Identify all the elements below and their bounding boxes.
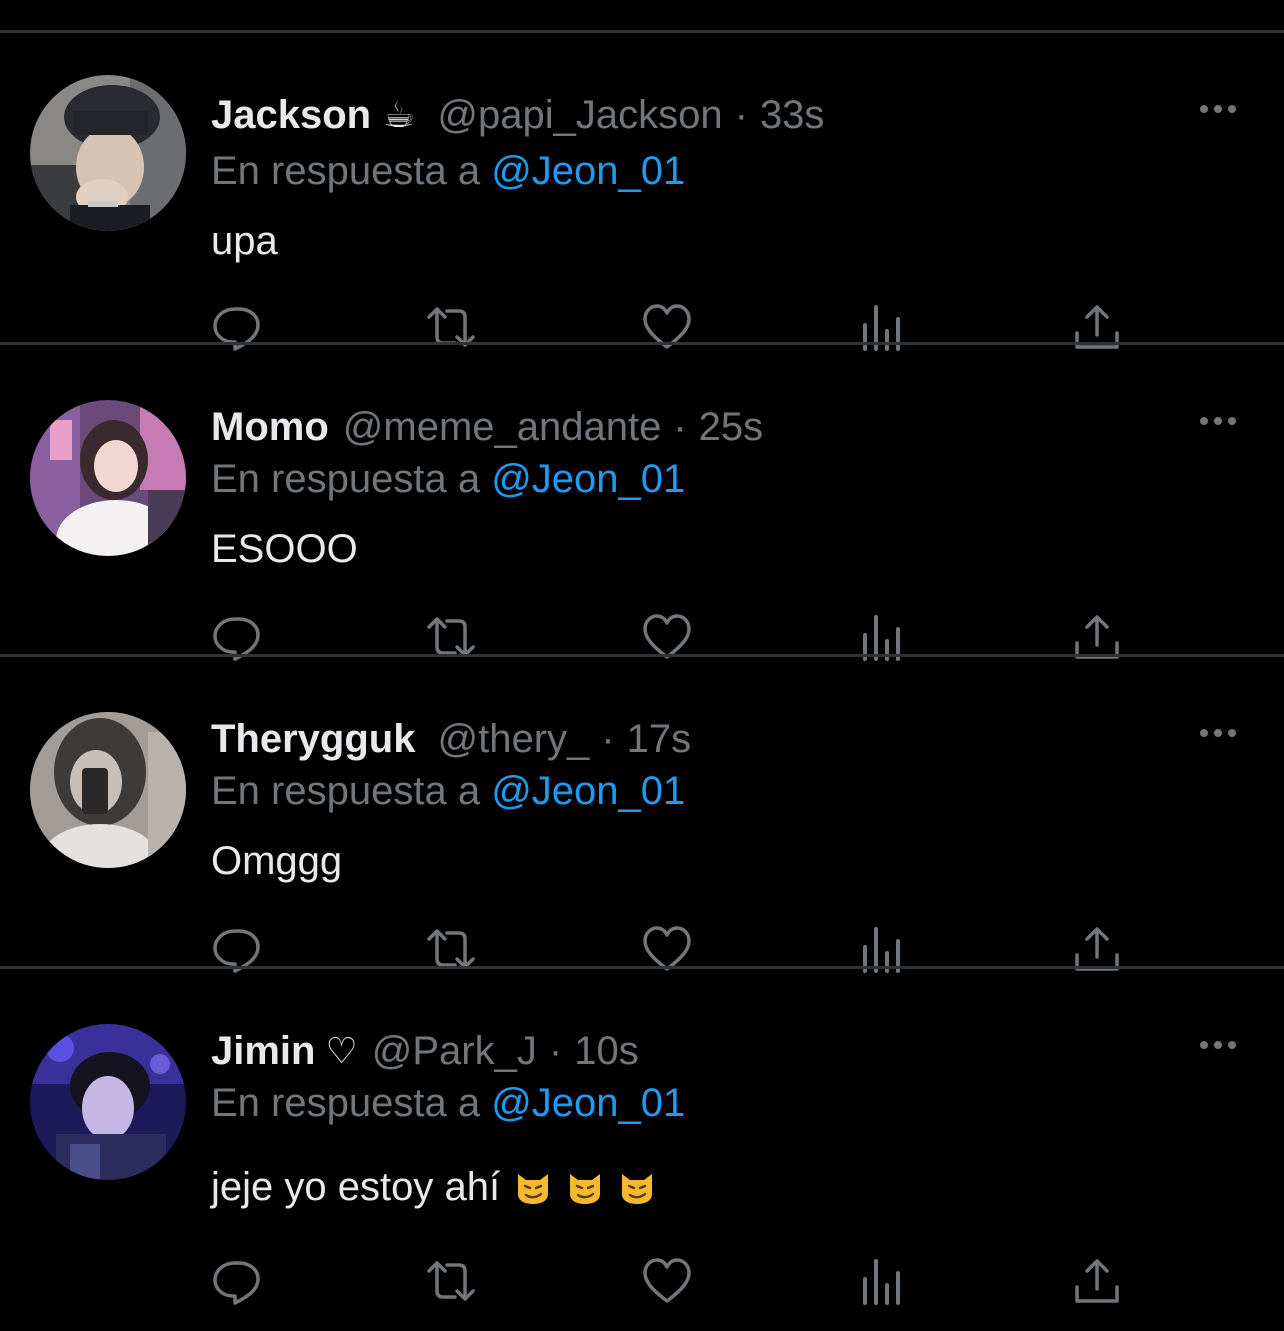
- tweet-3[interactable]: Therygguk @thery_ · 17s En respuesta a @…: [0, 657, 1284, 973]
- separator: ·: [734, 93, 748, 137]
- reply-context: En respuesta a @Jeon_01: [211, 453, 685, 505]
- display-name[interactable]: Jackson: [211, 89, 371, 141]
- more-horizontal-icon[interactable]: [1198, 411, 1238, 431]
- tweet-text-container: jeje yo estoy ahí: [211, 1161, 656, 1213]
- share-icon[interactable]: [1071, 1255, 1123, 1307]
- tweet-text: ESOOO: [211, 527, 358, 571]
- username-handle[interactable]: @meme_andante: [343, 401, 662, 453]
- tweet-header: Momo @meme_andante · 25s: [211, 401, 763, 453]
- smirking-cat-emoji: [566, 1167, 604, 1205]
- avatar-jackson[interactable]: [30, 75, 186, 231]
- avatar-jimin[interactable]: [30, 1024, 186, 1180]
- tweet-header: Therygguk @thery_ · 17s: [211, 713, 691, 765]
- reply-mention[interactable]: @Jeon_01: [491, 457, 685, 501]
- username-handle[interactable]: @Park_J: [372, 1025, 537, 1077]
- display-name[interactable]: Jimin: [211, 1025, 315, 1077]
- reply-mention[interactable]: @Jeon_01: [491, 149, 685, 193]
- reply-thread: Jackson ☕ @papi_Jackson · 33s En respues…: [0, 0, 1284, 1331]
- username-handle[interactable]: @papi_Jackson: [437, 89, 722, 141]
- reply-context: En respuesta a @Jeon_01: [211, 1077, 685, 1129]
- display-name[interactable]: Momo: [211, 401, 329, 453]
- more-horizontal-icon[interactable]: [1198, 1035, 1238, 1055]
- reply-prefix: En respuesta a: [211, 149, 481, 193]
- username-handle[interactable]: @thery_: [437, 713, 589, 765]
- views-icon[interactable]: [859, 1255, 911, 1307]
- more-horizontal-icon[interactable]: [1198, 723, 1238, 743]
- reply-context: En respuesta a @Jeon_01: [211, 765, 685, 817]
- tweet-text: upa: [211, 219, 278, 263]
- tweet-4[interactable]: Jimin ♡ @Park_J · 10s En respuesta a @Je…: [0, 969, 1284, 1331]
- tweet-2[interactable]: Momo @meme_andante · 25s En respuesta a …: [0, 345, 1284, 661]
- separator: ·: [601, 717, 615, 761]
- tweet-1[interactable]: Jackson ☕ @papi_Jackson · 33s En respues…: [0, 33, 1284, 351]
- smirking-cat-emoji: [514, 1167, 552, 1205]
- reply-prefix: En respuesta a: [211, 1081, 481, 1125]
- reply-prefix: En respuesta a: [211, 457, 481, 501]
- reply-prefix: En respuesta a: [211, 769, 481, 813]
- heart-badge-icon: ♡: [325, 1030, 358, 1071]
- display-name[interactable]: Therygguk: [211, 713, 415, 765]
- timestamp[interactable]: 25s: [699, 401, 764, 453]
- tweet-header: Jimin ♡ @Park_J · 10s: [211, 1025, 639, 1077]
- coffee-emoji: ☕: [383, 94, 416, 135]
- separator: ·: [673, 405, 687, 449]
- reply-context: En respuesta a @Jeon_01: [211, 145, 685, 197]
- tweet-text: Omggg: [211, 839, 343, 883]
- avatar-momo[interactable]: [30, 400, 186, 556]
- tweet-text: jeje yo estoy ahí: [211, 1165, 501, 1209]
- reply-mention[interactable]: @Jeon_01: [491, 1081, 685, 1125]
- heart-icon[interactable]: [641, 1255, 693, 1307]
- timestamp[interactable]: 10s: [574, 1025, 639, 1077]
- tweet-actions: [211, 1255, 1131, 1305]
- timestamp[interactable]: 33s: [760, 89, 825, 141]
- retweet-icon[interactable]: [423, 1255, 475, 1307]
- reply-icon[interactable]: [211, 1255, 263, 1307]
- separator: ·: [548, 1029, 563, 1073]
- tweet-header: Jackson ☕ @papi_Jackson · 33s: [211, 89, 824, 141]
- smirking-cat-emoji: [618, 1167, 656, 1205]
- avatar-therygguk[interactable]: [30, 712, 186, 868]
- more-horizontal-icon[interactable]: [1198, 99, 1238, 119]
- timestamp[interactable]: 17s: [627, 713, 692, 765]
- reply-mention[interactable]: @Jeon_01: [491, 769, 685, 813]
